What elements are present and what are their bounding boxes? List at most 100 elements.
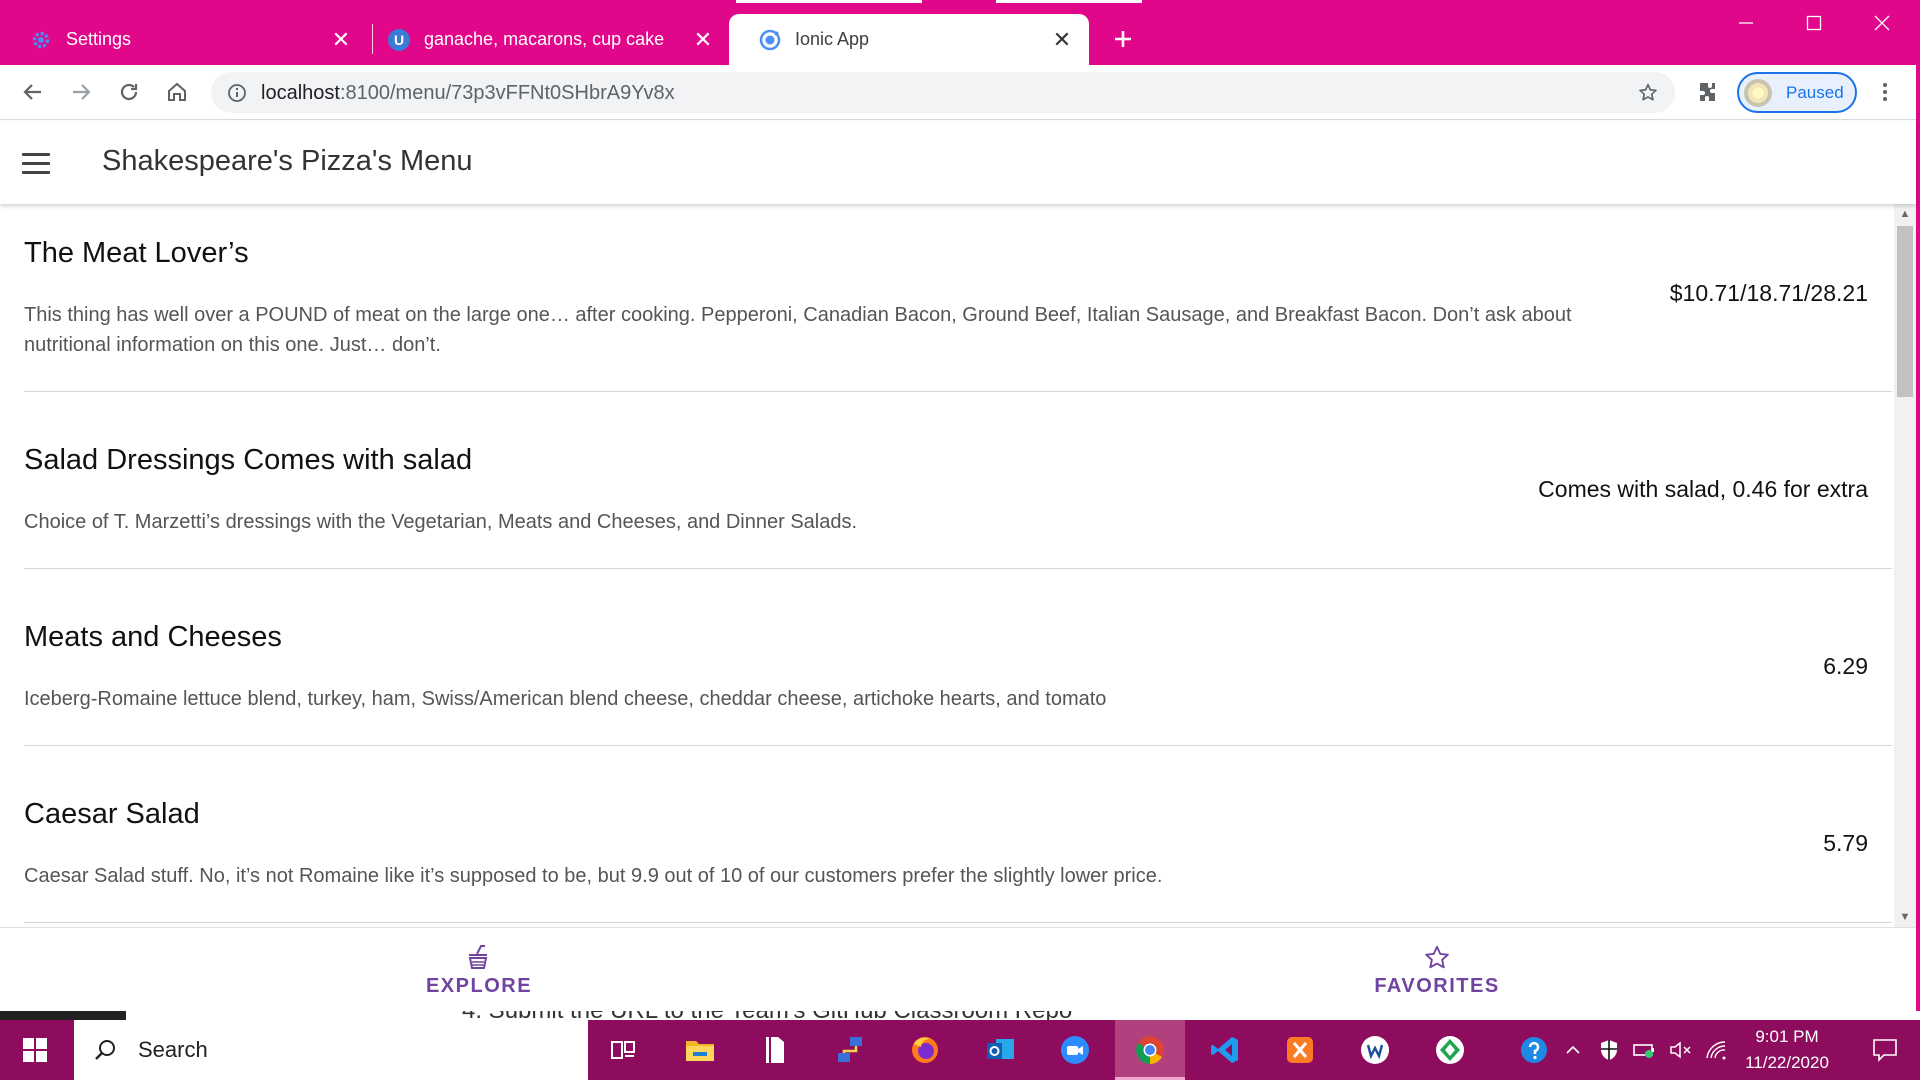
ionic-app: Shakespeare's Pizza's Menu The Meat Love… — [0, 121, 1916, 1011]
url-text[interactable]: localhost:8100/menu/73p3vFFNt0SHbrA9Yv8x — [261, 82, 675, 105]
app-header: Shakespeare's Pizza's Menu — [0, 121, 1916, 204]
avatar — [1744, 78, 1772, 107]
menu-item[interactable]: The Meat Lover’s This thing has well ove… — [24, 204, 1892, 392]
tab-explore[interactable]: EXPLORE — [0, 928, 958, 1012]
menu-item[interactable]: Caesar Salad Caesar Salad stuff. No, it’… — [24, 746, 1892, 923]
u-logo-letter: U — [388, 28, 410, 51]
maximize-icon — [1806, 15, 1822, 31]
help-icon[interactable] — [1514, 1020, 1554, 1080]
battery-icon[interactable] — [1630, 1020, 1660, 1080]
extensions-button[interactable] — [1689, 73, 1727, 111]
kebab-menu-icon — [1883, 83, 1887, 101]
close-icon[interactable]: ✕ — [326, 25, 356, 55]
tab-settings[interactable]: Settings ✕ — [0, 14, 368, 65]
network-app-icon[interactable] — [815, 1020, 885, 1080]
firefox-icon[interactable] — [890, 1020, 960, 1080]
close-icon[interactable]: ✕ — [688, 25, 718, 55]
background-window: 4. Submit the URL to the Team's GitHub C… — [0, 1011, 1920, 1020]
gear-icon — [30, 29, 52, 51]
puzzle-icon — [1700, 83, 1715, 101]
window-border — [1916, 65, 1920, 1016]
menu-item-price: 5.79 — [1823, 830, 1868, 856]
bookmark-star-icon[interactable] — [1635, 80, 1661, 106]
home-button[interactable] — [158, 73, 196, 111]
address-bar[interactable]: localhost:8100/menu/73p3vFFNt0SHbrA9Yv8x — [211, 72, 1675, 113]
menu-item-description: Iceberg-Romaine lettuce blend, turkey, h… — [24, 688, 1107, 710]
notification-center-icon[interactable] — [1850, 1020, 1920, 1080]
tab-title: Ionic App — [795, 29, 870, 49]
menu-item[interactable]: Salad Dressings Comes with salad Choice … — [24, 392, 1892, 569]
menu-item-name: The Meat Lover’s — [24, 237, 249, 269]
task-view-icon[interactable] — [588, 1020, 658, 1080]
tab-label: EXPLORE — [425, 974, 533, 997]
hamburger-menu-button[interactable] — [16, 143, 56, 183]
chevron-up-icon[interactable] — [1560, 1020, 1586, 1080]
new-tab-button[interactable] — [1106, 22, 1140, 56]
wifi-icon[interactable] — [1702, 1020, 1732, 1080]
xampp-icon[interactable] — [1265, 1020, 1335, 1080]
taskbar: Search 9:01 PM 11/22/2020 — [0, 1020, 1920, 1080]
profile-button[interactable]: Paused — [1737, 72, 1857, 113]
scroll-down-arrow-icon[interactable]: ▼ — [1894, 907, 1916, 927]
back-button[interactable] — [14, 73, 52, 111]
background-window-text: 4. Submit the URL to the Team's GitHub C… — [462, 1011, 1072, 1020]
plus-icon — [1115, 31, 1131, 47]
star-outline-icon — [1422, 943, 1452, 973]
taskbar-search-box[interactable]: Search — [74, 1020, 588, 1080]
menu-item-description: This thing has well over a POUND of meat… — [24, 304, 1572, 356]
minimize-button[interactable] — [1712, 0, 1780, 46]
vscode-icon[interactable] — [1190, 1020, 1260, 1080]
ionic-icon — [759, 29, 781, 51]
tab-label: FAVORITES — [1374, 974, 1500, 997]
arrow-right-icon — [73, 84, 91, 100]
menu-item[interactable]: Meats and Cheeses Iceberg-Romaine lettuc… — [24, 569, 1892, 746]
tab-favorites[interactable]: FAVORITES — [958, 928, 1916, 1012]
close-window-button[interactable] — [1848, 0, 1916, 46]
speaker-muted-icon[interactable] — [1666, 1020, 1696, 1080]
tab-ganache[interactable]: U ganache, macarons, cup cake ✕ — [360, 14, 730, 65]
app-w-icon[interactable] — [1340, 1020, 1410, 1080]
browser-toolbar: localhost:8100/menu/73p3vFFNt0SHbrA9Yv8x… — [0, 65, 1920, 120]
maximize-button[interactable] — [1780, 0, 1848, 46]
background-window-sidebar — [0, 1011, 126, 1020]
frame-highlight — [996, 0, 1142, 3]
outlook-icon[interactable] — [965, 1020, 1035, 1080]
start-button[interactable] — [0, 1020, 70, 1080]
menu-item-description: Caesar Salad stuff. No, it’s not Romaine… — [24, 865, 1163, 887]
browser-window: Settings ✕ U ganache, macarons, cup cake… — [0, 0, 1920, 1016]
file-explorer-icon[interactable] — [665, 1020, 735, 1080]
chrome-icon[interactable] — [1115, 1020, 1185, 1080]
search-placeholder: Search — [138, 1037, 208, 1062]
clock-date: 11/22/2020 — [1745, 1053, 1829, 1072]
windows-logo-icon — [23, 1038, 47, 1062]
home-icon — [168, 82, 186, 101]
app-diamond-icon[interactable] — [1415, 1020, 1485, 1080]
scrollbar-thumb[interactable] — [1897, 226, 1913, 397]
close-icon[interactable]: ✕ — [1047, 25, 1077, 55]
u-logo-icon: U — [388, 28, 410, 51]
menu-list[interactable]: The Meat Lover’s This thing has well ove… — [0, 204, 1916, 927]
system-clock[interactable]: 9:01 PM 11/22/2020 — [1730, 1024, 1844, 1076]
minimize-icon — [1739, 22, 1753, 24]
profile-status-label: Paused — [1786, 82, 1844, 102]
browser-menu-button[interactable] — [1866, 73, 1904, 111]
shield-icon[interactable] — [1594, 1020, 1624, 1080]
url-path: :8100/menu/73p3vFFNt0SHbrA9Yv8x — [339, 82, 675, 104]
hamburger-icon-line — [22, 161, 50, 165]
tab-strip: Settings ✕ U ganache, macarons, cup cake… — [0, 0, 1920, 65]
reload-button[interactable] — [110, 73, 148, 111]
info-icon[interactable] — [225, 81, 249, 105]
menu-item-description: Choice of T. Marzetti’s dressings with t… — [24, 511, 858, 533]
reload-icon — [120, 83, 138, 101]
hamburger-icon-line — [22, 152, 50, 156]
arrow-left-icon — [23, 84, 41, 100]
zoom-icon[interactable] — [1040, 1020, 1110, 1080]
scroll-up-arrow-icon[interactable]: ▲ — [1894, 204, 1916, 224]
notepad-icon[interactable] — [740, 1020, 810, 1080]
content-scrollbar[interactable]: ▲ ▼ — [1894, 204, 1916, 927]
menu-item-price: Comes with salad, 0.46 for extra — [1538, 476, 1868, 502]
search-icon — [90, 1035, 120, 1065]
forward-button[interactable] — [62, 73, 100, 111]
tab-ionic-app[interactable]: Ionic App ✕ — [729, 14, 1089, 65]
menu-item-name: Meats and Cheeses — [24, 621, 282, 653]
